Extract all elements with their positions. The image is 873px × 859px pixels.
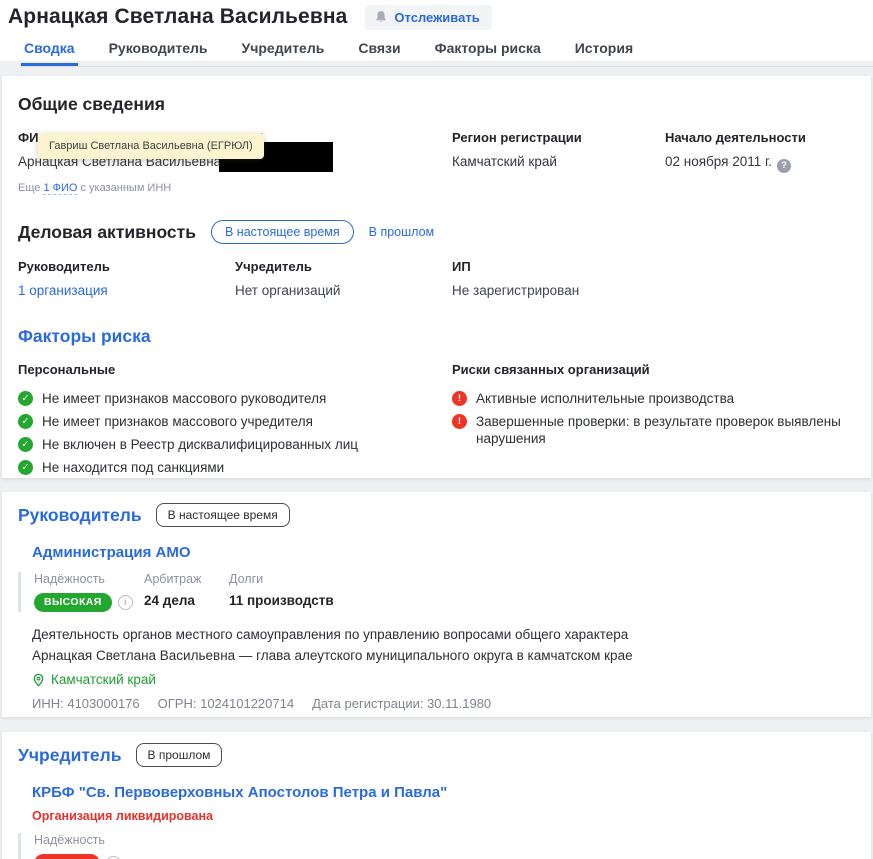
debts-metric: Долги 11 производств xyxy=(229,572,334,612)
page-title: Арнацкая Светлана Васильевна xyxy=(8,5,347,29)
reliability-metric: Надёжность НИЗКАЯ i xyxy=(34,833,121,859)
tab-uchreditel[interactable]: Учредитель xyxy=(239,37,328,66)
related-risks-group: Риски связанных организаций ! Активные и… xyxy=(452,362,855,478)
company-description: Деятельность органов местного самоуправл… xyxy=(32,624,855,666)
founder-company-link[interactable]: КРБФ "Св. Первоверховных Апостолов Петра… xyxy=(32,784,447,801)
bell-icon xyxy=(374,10,388,24)
risk-item: ✓ Не имеет признаков массового учредител… xyxy=(18,413,452,430)
activity-filter-current[interactable]: В настоящее время xyxy=(211,220,354,244)
start-value: 02 ноября 2011 г.? xyxy=(665,154,855,173)
tab-svyazi[interactable]: Связи xyxy=(355,37,403,66)
founder-filter-past[interactable]: В прошлом xyxy=(136,743,223,767)
personal-risks-group: Персональные ✓ Не имеет признаков массов… xyxy=(18,362,452,478)
location-pin-icon xyxy=(32,673,45,687)
risk-item-text: Завершенные проверки: в результате прове… xyxy=(476,413,855,447)
company-location: Камчатский край xyxy=(32,672,855,687)
activity-ip-value: Не зарегистрирован xyxy=(452,283,855,298)
check-icon: ✓ xyxy=(18,414,33,429)
founder-card-title: Учредитель xyxy=(18,745,122,766)
start-label: Начало деятельности xyxy=(665,130,855,145)
summary-card: Гавриш Светлана Васильевна (ЕГРЮЛ) Общие… xyxy=(2,76,871,478)
check-icon: ✓ xyxy=(18,391,33,406)
activity-ip: ИП Не зарегистрирован xyxy=(452,259,855,298)
company-inn: ИНН: 4103000176 xyxy=(32,696,140,711)
manager-card-title: Руководитель xyxy=(18,505,142,526)
company-ogrn: ОГРН: 1024101220714 xyxy=(158,696,294,711)
risk-factors-grid: Персональные ✓ Не имеет признаков массов… xyxy=(18,362,855,478)
risk-item: ✓ Не включен в Реестр дисквалифицированн… xyxy=(18,436,452,453)
manager-card: Руководитель В настоящее время Администр… xyxy=(2,492,871,717)
risk-item-text: Не находится под санкциями xyxy=(42,459,224,476)
follow-button[interactable]: Отслеживать xyxy=(365,5,491,30)
activity-title: Деловая активность xyxy=(18,222,196,243)
risk-item-text: Активные исполнительные производства xyxy=(476,390,734,407)
fio-tooltip: Гавриш Светлана Васильевна (ЕГРЮЛ) xyxy=(38,133,264,159)
more-fio-note: Еще 1 ФИО с указанным ИНН xyxy=(18,182,235,194)
liquidation-status: Организация ликвидирована xyxy=(32,809,855,823)
company-reg-date: Дата регистрации: 30.11.1980 xyxy=(312,696,491,711)
arbitration-value: 24 дела xyxy=(144,593,229,608)
company-location-text: Камчатский край xyxy=(51,672,156,687)
risk-item: ✓ Не находится под санкциями xyxy=(18,459,452,476)
region-value: Камчатский край xyxy=(452,154,665,169)
activity-founder-value: Нет организаций xyxy=(235,283,452,298)
manager-metrics: Надёжность ВЫСОКАЯ i Арбитраж 24 дела До… xyxy=(18,572,855,612)
reliability-label: Надёжность xyxy=(34,572,144,586)
activity-founder-label: Учредитель xyxy=(235,259,452,274)
alert-icon: ! xyxy=(452,414,467,429)
person-role-line: Арнацкая Светлана Васильевна — глава але… xyxy=(32,645,855,666)
check-icon: ✓ xyxy=(18,460,33,475)
tab-faktory-riska[interactable]: Факторы риска xyxy=(432,37,544,66)
check-icon: ✓ xyxy=(18,437,33,452)
risk-item-text: Не включен в Реестр дисквалифицированных… xyxy=(42,436,358,453)
risk-item-text: Не имеет признаков массового руководител… xyxy=(42,390,326,407)
activity-manager-label: Руководитель xyxy=(18,259,235,274)
debts-value: 11 производств xyxy=(229,593,334,608)
reliability-label: Надёжность xyxy=(34,833,121,847)
risk-item-text: Не имеет признаков массового учредителя xyxy=(42,413,313,430)
general-info-title: Общие сведения xyxy=(18,94,855,115)
activity-founder: Учредитель Нет организаций xyxy=(235,259,452,298)
start-field: Начало деятельности 02 ноября 2011 г.? xyxy=(665,130,855,194)
alert-icon: ! xyxy=(452,391,467,406)
personal-risks-title: Персональные xyxy=(18,362,452,377)
more-fio-prefix: Еще xyxy=(18,182,43,194)
region-field: Регион регистрации Камчатский край xyxy=(452,130,665,194)
tab-svodka[interactable]: Сводка xyxy=(21,37,78,66)
tab-istoriya[interactable]: История xyxy=(572,37,636,66)
tab-bar: Сводка Руководитель Учредитель Связи Фак… xyxy=(21,37,873,67)
activity-header: Деловая активность В настоящее время В п… xyxy=(18,220,855,244)
reliability-badge-low: НИЗКАЯ xyxy=(34,854,100,859)
activity-manager: Руководитель 1 организация xyxy=(18,259,235,298)
activity-fields: Руководитель 1 организация Учредитель Не… xyxy=(18,259,855,298)
manager-filter-current[interactable]: В настоящее время xyxy=(156,503,290,527)
tab-rukovoditel[interactable]: Руководитель xyxy=(106,37,211,66)
page-header: Арнацкая Светлана Васильевна Отслеживать… xyxy=(0,0,873,61)
debts-label: Долги xyxy=(229,572,334,586)
related-risks-title: Риски связанных организаций xyxy=(452,362,855,377)
follow-button-label: Отслеживать xyxy=(394,10,479,25)
founder-metrics: Надёжность НИЗКАЯ i xyxy=(18,833,855,859)
reliability-metric: Надёжность ВЫСОКАЯ i xyxy=(34,572,144,612)
more-fio-link[interactable]: 1 ФИО xyxy=(43,182,77,195)
start-date: 02 ноября 2011 г. xyxy=(665,154,772,169)
reliability-badge-high: ВЫСОКАЯ xyxy=(34,593,112,612)
activity-ip-label: ИП xyxy=(452,259,855,274)
question-icon[interactable]: ? xyxy=(777,159,791,173)
founder-card: Учредитель В прошлом КРБФ "Св. Первоверх… xyxy=(2,732,871,859)
more-fio-suffix: с указанным ИНН xyxy=(77,182,171,194)
activity-manager-link[interactable]: 1 организация xyxy=(18,283,108,298)
risk-item: ✓ Не имеет признаков массового руководит… xyxy=(18,390,452,407)
activity-filter-past[interactable]: В прошлом xyxy=(369,225,435,239)
arbitration-metric: Арбитраж 24 дела xyxy=(144,572,229,612)
risk-item: ! Активные исполнительные производства xyxy=(452,390,855,407)
risk-factors-title: Факторы риска xyxy=(18,326,855,347)
arbitration-label: Арбитраж xyxy=(144,572,229,586)
manager-company-link[interactable]: Администрация АМО xyxy=(32,544,191,561)
company-requisites: ИНН: 4103000176 ОГРН: 1024101220714 Дата… xyxy=(32,696,855,711)
risk-item: ! Завершенные проверки: в результате про… xyxy=(452,413,855,447)
region-label: Регион регистрации xyxy=(452,130,665,145)
info-icon[interactable]: i xyxy=(118,595,133,610)
company-activity-line: Деятельность органов местного самоуправл… xyxy=(32,624,855,645)
